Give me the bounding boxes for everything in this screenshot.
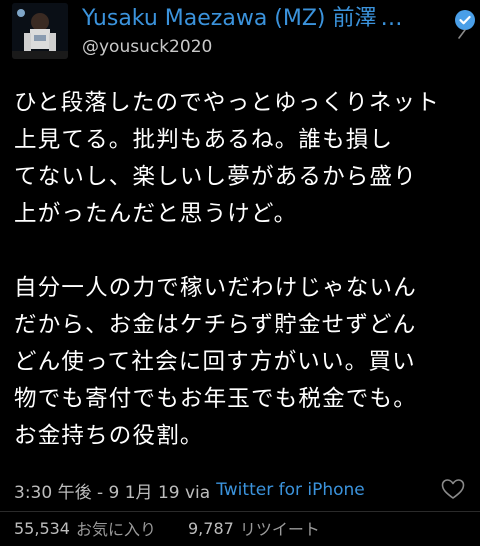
tweet-line: お金持ちの役割。: [14, 423, 204, 449]
engagement-stats: 55,534 お気に入り 9,787 リツイート: [14, 516, 474, 540]
tweet-line: 上がったんだと思うけど。: [14, 201, 298, 227]
favorites-count[interactable]: 55,534: [14, 519, 70, 538]
tweet-line: てないし、楽しいし夢があるから盛り: [14, 164, 417, 190]
tweet-line: だから、お金はケチらず貯金せずどん: [14, 312, 417, 338]
tweet-meta: 3:30 午後 - 9 1月 19 via Twitter for iPhone: [14, 478, 454, 503]
tweet-body: ひと段落したのでやっとゆっくりネット 上見てる。批判もあるね。誰も損し てないし…: [14, 85, 470, 455]
retweets-label[interactable]: リツイート: [240, 516, 320, 540]
tweet-line: 上見てる。批判もあるね。誰も損し: [14, 127, 394, 153]
author-name-row[interactable]: Yusaku Maezawa (MZ) 前澤 …: [82, 2, 412, 36]
user-handle[interactable]: @yousuck2020: [82, 39, 212, 56]
divider: [0, 511, 480, 512]
tweet-line: 自分一人の力で稼いだわけじゃないん: [14, 275, 417, 301]
heart-outline-icon[interactable]: [440, 477, 466, 501]
name-ellipsis: …: [380, 6, 403, 31]
tweet-line: 物でも寄付でもお年玉でも税金でも。: [14, 386, 417, 412]
display-name[interactable]: Yusaku Maezawa (MZ) 前澤: [82, 8, 377, 30]
favorites-label[interactable]: お気に入り: [76, 516, 156, 540]
chevron-right-icon[interactable]: [455, 21, 469, 45]
client-link[interactable]: Twitter for iPhone: [216, 480, 365, 500]
retweets-count[interactable]: 9,787: [188, 519, 234, 538]
tweet-line: ひと段落したのでやっとゆっくりネット: [14, 90, 440, 116]
timestamp: 3:30 午後 - 9 1月 19 via: [14, 482, 211, 503]
tweet-line: どん使って社会に回す方がいい。買い: [14, 349, 416, 375]
avatar[interactable]: [12, 3, 68, 59]
